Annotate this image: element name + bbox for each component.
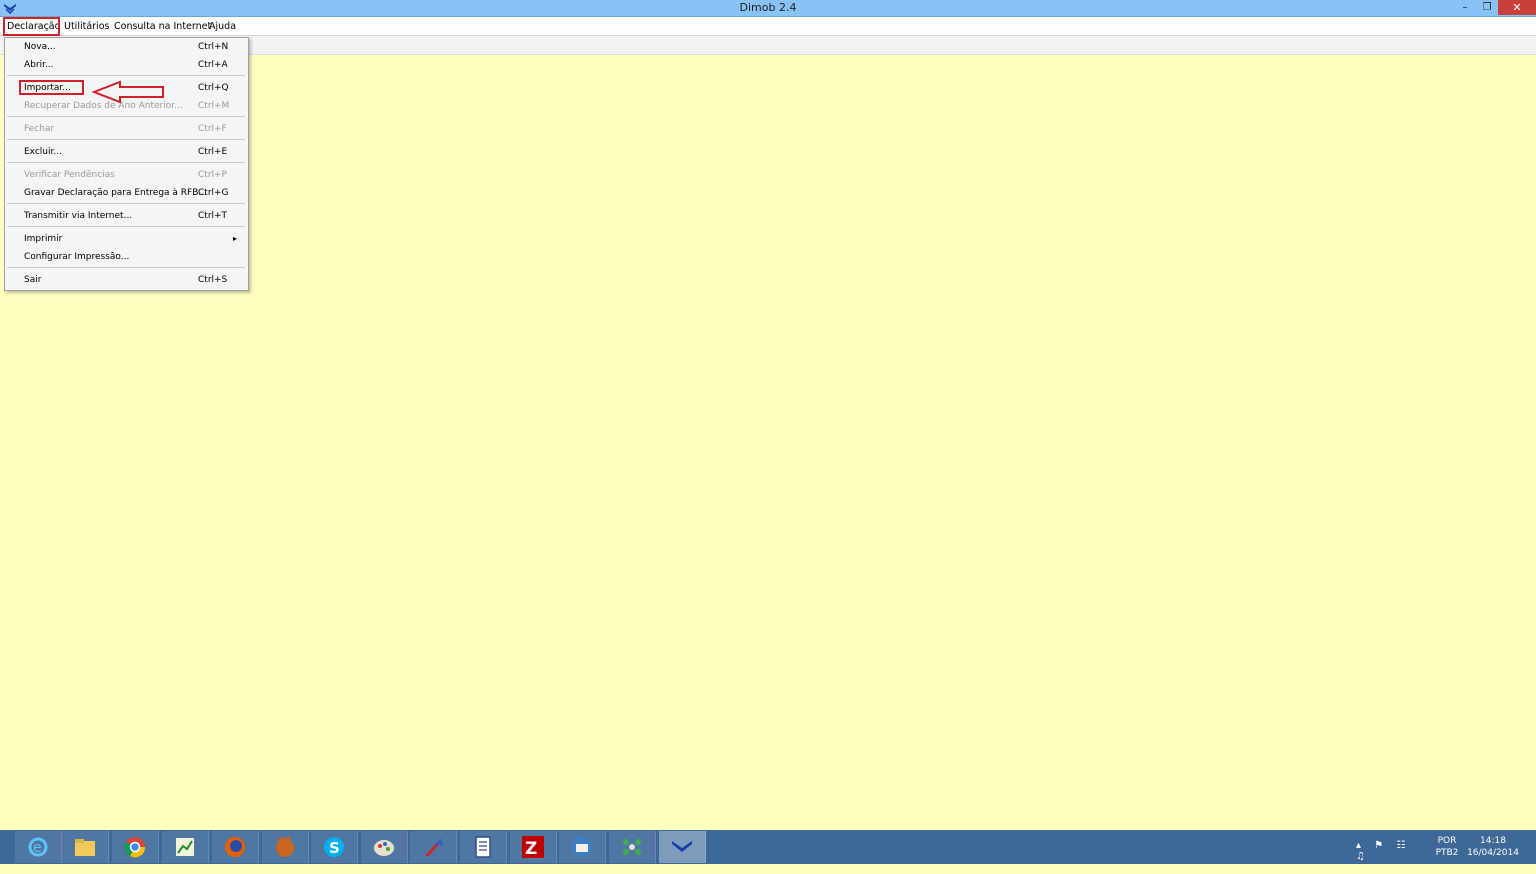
- menu-item-shortcut: Ctrl+G: [198, 188, 229, 198]
- keyboard-layout: PTB2: [1435, 848, 1459, 858]
- taskbar-chart-app[interactable]: [162, 831, 209, 863]
- taskbar-chrome[interactable]: [112, 831, 159, 863]
- rocket-app-icon: [425, 838, 443, 856]
- menu-consulta-internet[interactable]: Consulta na Internet: [114, 20, 211, 33]
- menu-item-shortcut: Ctrl+N: [198, 42, 229, 52]
- menu-bar: Declaração Utilitários Consulta na Inter…: [0, 17, 1536, 36]
- menu-separator: [7, 116, 245, 117]
- declaracao-dropdown-menu: Nova... Ctrl+N Abrir... Ctrl+A Importar.…: [4, 37, 249, 291]
- menu-item-shortcut: Ctrl+E: [198, 147, 228, 157]
- file-explorer-icon: [75, 839, 95, 856]
- minimize-button[interactable]: –: [1454, 0, 1476, 15]
- taskbar-glove-app[interactable]: [262, 831, 309, 863]
- menu-separator: [7, 267, 245, 268]
- menu-item-shortcut: Ctrl+Q: [198, 83, 229, 93]
- title-bar: Dimob 2.4 – ❐ ✕: [0, 0, 1536, 17]
- svg-text:Z: Z: [525, 839, 537, 858]
- menu-item-shortcut: Ctrl+M: [198, 101, 230, 111]
- menu-item-label: Verificar Pendências: [24, 170, 115, 180]
- menu-item-label: Nova...: [24, 42, 56, 52]
- menu-item-configurar-impressao[interactable]: Configurar Impressão...: [5, 249, 248, 265]
- taskbar-internet-explorer[interactable]: e: [15, 831, 62, 863]
- menu-item-excluir[interactable]: Excluir... Ctrl+E: [5, 144, 248, 160]
- close-button[interactable]: ✕: [1498, 0, 1536, 15]
- taskbar-skype[interactable]: S: [311, 831, 358, 863]
- submenu-arrow-icon: ▸: [233, 234, 238, 243]
- menu-item-gravar-declaracao[interactable]: Gravar Declaração para Entrega à RFB... …: [5, 185, 248, 201]
- chart-app-icon: [176, 838, 194, 856]
- menu-item-label: Transmitir via Internet...: [24, 211, 133, 221]
- menu-item-shortcut: Ctrl+F: [198, 124, 227, 134]
- taskbar-document[interactable]: [460, 831, 507, 863]
- clock-date: 16/04/2014: [1467, 848, 1519, 858]
- menu-item-sair[interactable]: Sair Ctrl+S: [5, 272, 248, 288]
- menu-item-transmitir-internet[interactable]: Transmitir via Internet... Ctrl+T: [5, 208, 248, 224]
- taskbar-firefox[interactable]: [212, 831, 259, 863]
- menu-item-label: Fechar: [24, 124, 55, 134]
- menu-separator: [7, 139, 245, 140]
- taskbar-filezilla[interactable]: Z: [510, 831, 557, 863]
- thunderbird-icon: [572, 837, 592, 857]
- menu-item-shortcut: Ctrl+P: [198, 170, 227, 180]
- menu-item-label: Gravar Declaração para Entrega à RFB...: [24, 188, 207, 198]
- paint-icon: [374, 840, 394, 856]
- menu-item-shortcut: Ctrl+S: [198, 275, 228, 285]
- window-title: Dimob 2.4: [739, 1, 797, 14]
- menu-separator: [7, 162, 245, 163]
- taskbar-paint[interactable]: [361, 831, 408, 863]
- menu-separator: [7, 75, 245, 76]
- document-icon: [475, 836, 491, 858]
- taskbar-thunderbird[interactable]: [559, 831, 606, 863]
- menu-item-label: Sair: [24, 275, 42, 285]
- taskbar-dimob[interactable]: [659, 831, 706, 863]
- svg-text:S: S: [329, 839, 340, 857]
- clock-time: 14:18: [1480, 836, 1506, 846]
- importar-highlight-box: [19, 80, 84, 95]
- menu-item-label: Excluir...: [24, 147, 62, 157]
- menu-item-imprimir[interactable]: Imprimir ▸: [5, 231, 248, 247]
- menu-item-label: Configurar Impressão...: [24, 252, 130, 262]
- menu-item-abrir[interactable]: Abrir... Ctrl+A: [5, 57, 248, 73]
- menu-item-verificar-pendencias: Verificar Pendências Ctrl+P: [5, 167, 248, 183]
- network-app-icon: [623, 839, 641, 855]
- system-tray-icons[interactable]: ▴ ⚑ ☷ ♫: [1356, 840, 1428, 874]
- menu-separator: [7, 203, 245, 204]
- glove-app-icon: [276, 836, 294, 857]
- taskbar-rocket-app[interactable]: [410, 831, 457, 863]
- menu-item-label: Imprimir: [24, 234, 63, 244]
- dimob-icon: [672, 841, 692, 852]
- red-arrow-icon: [91, 80, 164, 104]
- firefox-icon: [225, 837, 245, 857]
- menu-item-shortcut: Ctrl+T: [198, 211, 228, 221]
- menu-item-label: Abrir...: [24, 60, 54, 70]
- taskbar: e S Z ▴ ⚑ ☷ ♫ POR PTB2 14:18 16/04/2014: [0, 830, 1536, 864]
- menu-utilitarios[interactable]: Utilitários: [64, 20, 109, 33]
- skype-icon: S: [324, 837, 344, 857]
- chrome-icon: [124, 837, 146, 858]
- menu-ajuda[interactable]: Ajuda: [209, 20, 236, 33]
- menu-item-fechar: Fechar Ctrl+F: [5, 121, 248, 137]
- taskbar-file-explorer[interactable]: [62, 831, 109, 863]
- language-code: POR: [1437, 836, 1457, 846]
- menu-item-nova[interactable]: Nova... Ctrl+N: [5, 39, 248, 55]
- filezilla-icon: Z: [522, 836, 544, 858]
- taskbar-network-app[interactable]: [609, 831, 656, 863]
- maximize-button[interactable]: ❐: [1476, 0, 1498, 15]
- menu-item-shortcut: Ctrl+A: [198, 60, 228, 70]
- svg-text:e: e: [33, 840, 42, 856]
- internet-explorer-icon: e: [28, 837, 48, 857]
- menu-separator: [7, 226, 245, 227]
- declaracao-highlight-box: [3, 17, 60, 36]
